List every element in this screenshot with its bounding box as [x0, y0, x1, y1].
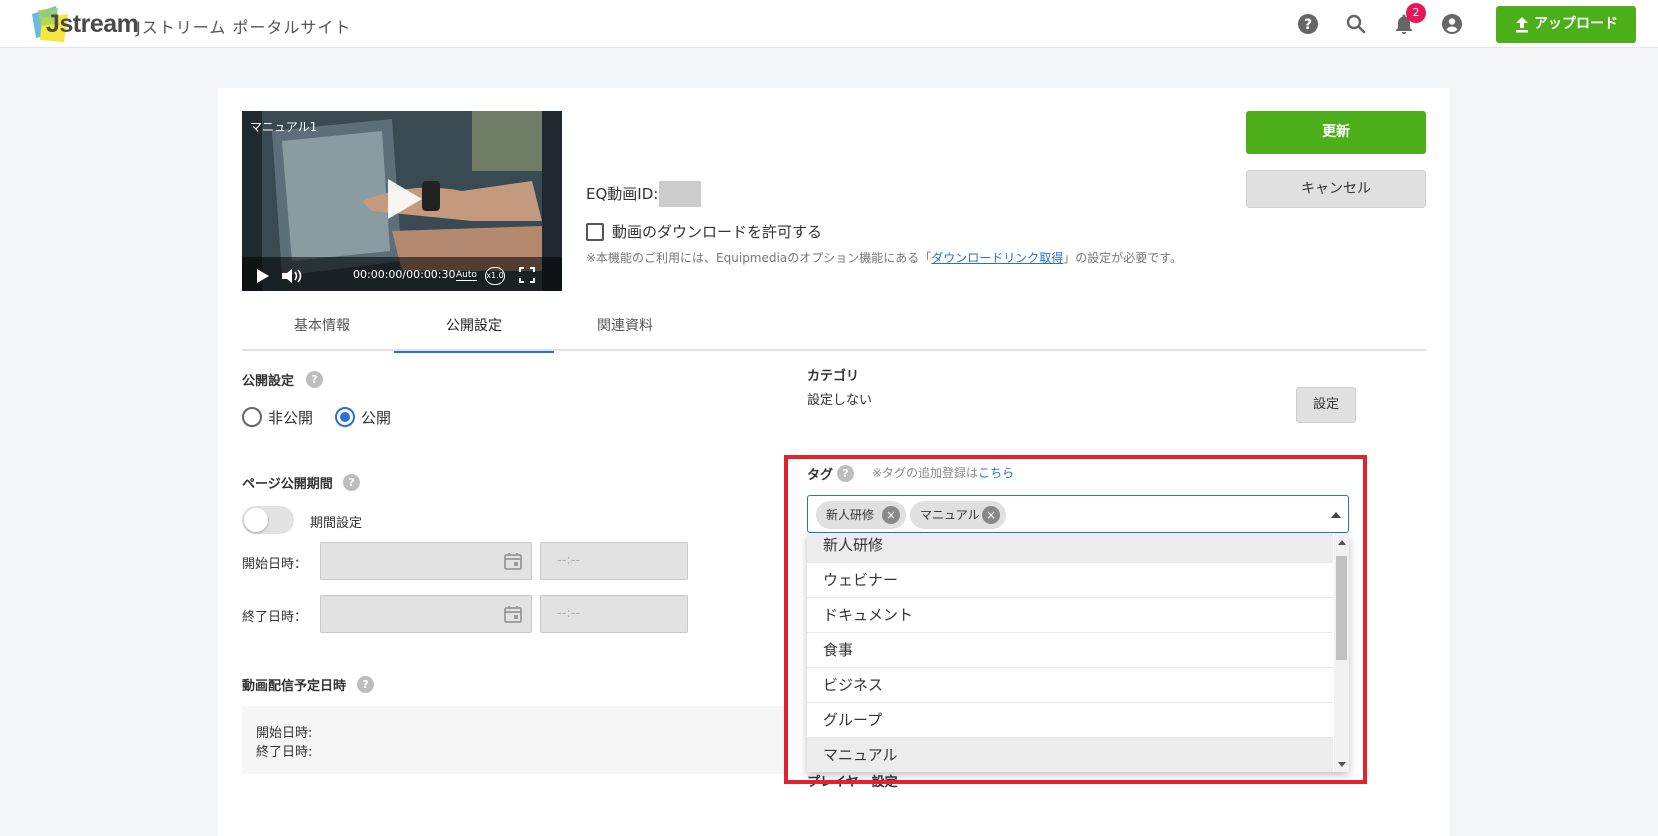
end-date-input[interactable]	[320, 595, 532, 633]
start-date-label: 開始日時：	[242, 557, 308, 572]
logo-text: Jstream	[46, 10, 139, 38]
radio-public[interactable]	[335, 407, 355, 427]
download-note: ※本機能のご利用には、Equipmediaのオプション機能にある「ダウンロードリ…	[586, 248, 1236, 269]
schedule-start-label: 開始日時:	[256, 726, 313, 741]
radio-private[interactable]	[242, 407, 262, 427]
app-header: Jstream Jストリーム ポータルサイト ? 2 アップロード	[0, 0, 1658, 48]
radio-public-label: 公開	[361, 409, 392, 427]
svg-text:?: ?	[1304, 17, 1312, 33]
period-help-icon[interactable]: ?	[343, 474, 360, 491]
fullscreen-icon[interactable]	[519, 267, 535, 283]
video-time: 00:00:00/00:00:30	[353, 268, 456, 281]
publish-help-icon[interactable]: ?	[306, 371, 323, 388]
end-time-input[interactable]: --:--	[540, 595, 688, 633]
start-time-placeholder: --:--	[557, 553, 581, 568]
calendar-icon	[504, 553, 522, 570]
jstream-logo[interactable]: Jstream	[28, 4, 139, 44]
download-note-prefix: ※本機能のご利用には、Equipmediaのオプション機能にある「	[586, 251, 932, 265]
schedule-help-icon[interactable]: ?	[357, 676, 374, 693]
tab-basic-info[interactable]: 基本情報	[242, 315, 402, 351]
quality-button[interactable]: Auto	[456, 270, 477, 281]
category-set-button[interactable]: 設定	[1296, 387, 1356, 423]
help-icon[interactable]: ?	[1296, 12, 1320, 36]
tag-highlight-box	[784, 455, 1367, 784]
notification-badge: 2	[1406, 3, 1426, 23]
play-icon[interactable]	[256, 269, 270, 283]
category-label: カテゴリ	[807, 369, 860, 384]
calendar-icon	[504, 606, 522, 623]
schedule-box: 開始日時: 終了日時:	[242, 706, 786, 774]
volume-icon[interactable]	[282, 268, 304, 284]
publish-label: 公開設定	[242, 374, 295, 389]
speed-button[interactable]: x1.0	[485, 267, 505, 285]
tab-publish-settings[interactable]: 公開設定	[394, 315, 554, 353]
upload-label: アップロード	[1534, 16, 1618, 32]
start-time-input[interactable]: --:--	[540, 542, 688, 580]
update-button[interactable]: 更新	[1246, 111, 1426, 154]
video-player[interactable]: マニュアル1 00:00:00/00:00:30 Auto x1.0	[242, 111, 562, 291]
settings-tabs: 基本情報 公開設定 関連資料	[242, 315, 1426, 353]
category-value: 設定しない	[807, 393, 873, 408]
tab-related-materials[interactable]: 関連資料	[545, 315, 705, 351]
upload-icon	[1516, 17, 1528, 33]
radio-private-label: 非公開	[268, 409, 314, 427]
schedule-end-label: 終了日時:	[256, 745, 313, 760]
period-label: ページ公開期間	[242, 477, 333, 492]
play-overlay-icon[interactable]	[378, 175, 426, 223]
download-link[interactable]: ダウンロードリンク取得	[931, 251, 1063, 265]
cancel-button[interactable]: キャンセル	[1246, 170, 1426, 208]
eq-id-value	[659, 181, 701, 207]
schedule-label: 動画配信予定日時	[242, 679, 347, 694]
period-toggle[interactable]	[242, 506, 294, 534]
site-name: Jストリーム ポータルサイト	[136, 18, 352, 37]
end-date-label: 終了日時：	[242, 610, 308, 625]
period-toggle-label: 期間設定	[310, 516, 363, 531]
search-icon[interactable]	[1344, 12, 1368, 36]
account-icon[interactable]	[1440, 12, 1464, 36]
video-title: マニュアル1	[250, 120, 318, 134]
end-time-placeholder: --:--	[557, 606, 581, 621]
upload-button[interactable]: アップロード	[1496, 6, 1636, 43]
download-checkbox[interactable]	[586, 223, 604, 241]
eq-id-label: EQ動画ID:	[586, 185, 659, 203]
download-note-suffix: 」の設定が必要です。	[1063, 251, 1183, 265]
start-date-input[interactable]	[320, 542, 532, 580]
player-controls: 00:00:00/00:00:30 Auto x1.0	[242, 259, 562, 291]
download-label: 動画のダウンロードを許可する	[612, 223, 823, 241]
